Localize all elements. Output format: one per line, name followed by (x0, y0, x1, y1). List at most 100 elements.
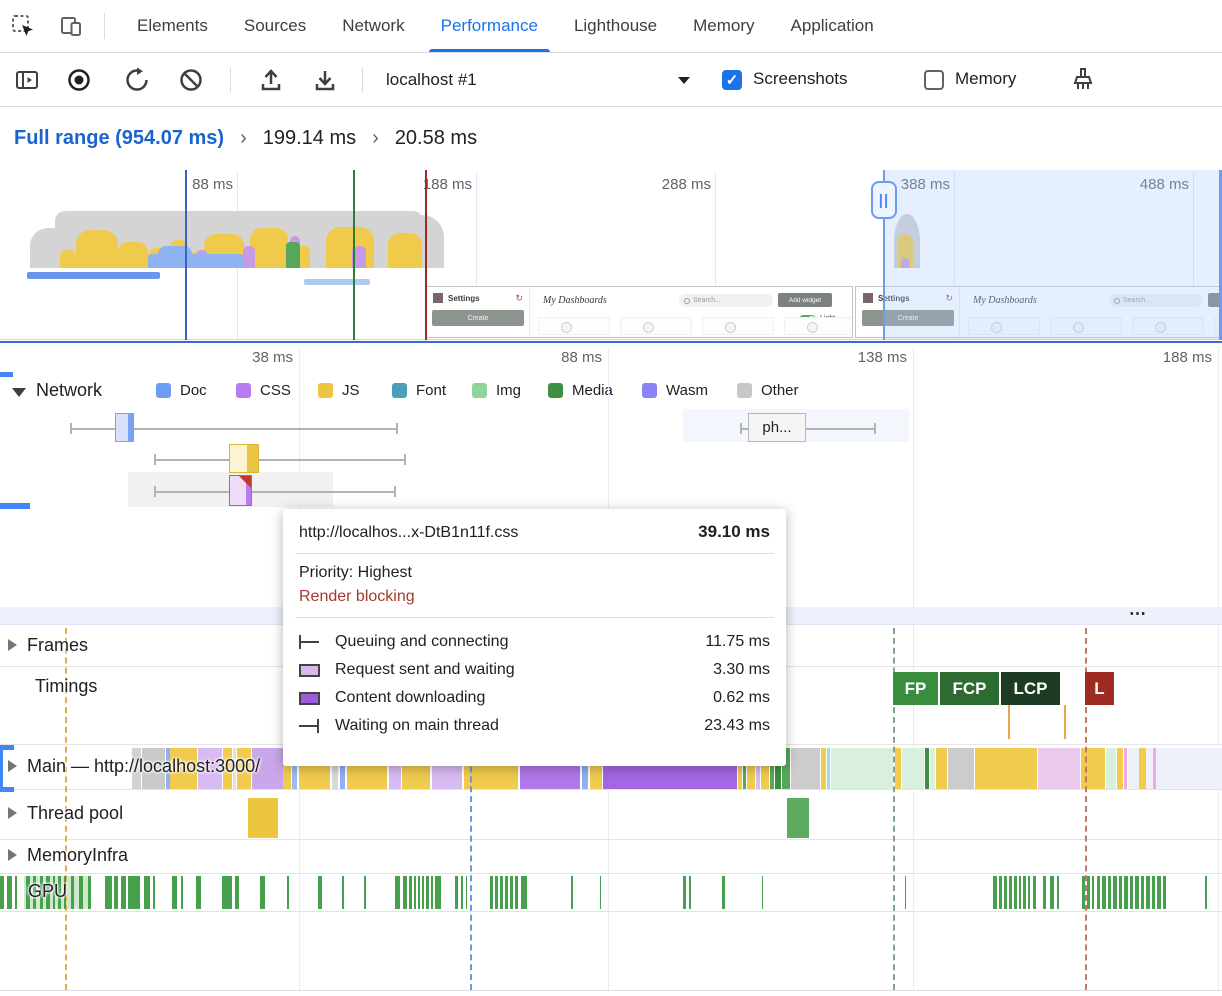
flame-chart-segment[interactable] (925, 748, 929, 789)
flame-chart-segment[interactable] (930, 748, 935, 789)
gpu-task-bar[interactable] (466, 876, 467, 909)
memory-checkbox-label[interactable]: Memory (955, 69, 1016, 89)
gpu-task-bar[interactable] (235, 876, 239, 909)
filmstrip-screenshot[interactable]: Settings↻CreateMy DashboardsSearch...Add… (425, 286, 853, 338)
gpu-task-bar[interactable] (500, 876, 503, 909)
gpu-task-bar[interactable] (1023, 876, 1026, 909)
screenshots-checkbox-label[interactable]: Screenshots (753, 69, 848, 89)
network-request-bar[interactable]: ph... (748, 413, 806, 442)
flame-chart-segment[interactable] (1117, 748, 1123, 789)
expand-arrow-icon[interactable] (8, 849, 17, 861)
gpu-task-bar[interactable] (105, 876, 112, 909)
gpu-task-bar[interactable] (505, 876, 508, 909)
gpu-task-bar[interactable] (1092, 876, 1094, 909)
flame-chart-segment[interactable] (1038, 748, 1080, 789)
upload-profile-icon[interactable] (258, 67, 284, 93)
gpu-task-bar[interactable] (461, 876, 463, 909)
gpu-task-bar[interactable] (1043, 876, 1046, 909)
gpu-task-bar[interactable] (1014, 876, 1017, 909)
gpu-task-bar[interactable] (222, 876, 232, 909)
memory-infra-track-row[interactable]: MemoryInfra (0, 840, 1222, 874)
gpu-task-bar[interactable] (395, 876, 400, 909)
gpu-task-bar[interactable] (121, 876, 126, 909)
flame-chart-segment[interactable] (1124, 748, 1127, 789)
tab-memory[interactable]: Memory (675, 0, 772, 52)
history-select[interactable]: localhost #1 (386, 66, 690, 94)
breadcrumb-crumb-2[interactable]: 20.58 ms (395, 127, 477, 150)
gpu-task-bar[interactable] (128, 876, 140, 909)
gpu-task-bar[interactable] (1152, 876, 1155, 909)
thread-pool-track-row[interactable]: Thread pool (0, 790, 1222, 840)
gpu-task-bar[interactable] (15, 876, 17, 909)
gpu-task-bar[interactable] (571, 876, 573, 909)
gpu-task-bar[interactable] (490, 876, 493, 909)
flame-chart-segment[interactable] (902, 748, 924, 789)
gpu-task-bar[interactable] (287, 876, 289, 909)
network-request-bar[interactable] (229, 444, 259, 473)
gpu-task-bar[interactable] (88, 876, 91, 909)
gpu-task-bar[interactable] (409, 876, 412, 909)
flame-chart-segment[interactable] (1139, 748, 1146, 789)
flame-chart-segment[interactable] (975, 748, 1037, 789)
gpu-task-bar[interactable] (1082, 876, 1085, 909)
network-request-bar[interactable] (115, 413, 134, 442)
download-profile-icon[interactable] (312, 67, 338, 93)
gpu-task-bar[interactable] (1033, 876, 1036, 909)
gpu-task-bar[interactable] (153, 876, 155, 909)
gpu-task-bar[interactable] (403, 876, 407, 909)
tab-lighthouse[interactable]: Lighthouse (556, 0, 675, 52)
gpu-task-bar[interactable] (0, 876, 4, 909)
thread-pool-task-block[interactable] (248, 798, 278, 838)
flame-chart-segment[interactable] (821, 748, 826, 789)
memory-checkbox[interactable] (924, 70, 944, 90)
overflow-menu-dots[interactable]: ⋯ (1129, 604, 1148, 624)
collect-garbage-icon[interactable] (1070, 67, 1096, 93)
flame-chart-segment[interactable] (1153, 748, 1156, 789)
gpu-task-bar[interactable] (422, 876, 424, 909)
record-icon[interactable] (66, 67, 92, 93)
gpu-task-bar[interactable] (1057, 876, 1059, 909)
gpu-track-row[interactable]: GPU (0, 874, 1222, 912)
gpu-task-bar[interactable] (762, 876, 763, 909)
gpu-task-bar[interactable] (260, 876, 265, 909)
gpu-task-bar[interactable] (1050, 876, 1054, 909)
gpu-task-bar[interactable] (364, 876, 366, 909)
gpu-task-bar[interactable] (426, 876, 429, 909)
gpu-task-bar[interactable] (1130, 876, 1133, 909)
device-toolbar-icon[interactable] (58, 13, 84, 39)
breadcrumb-crumb-1[interactable]: 199.14 ms (263, 127, 356, 150)
gpu-task-bar[interactable] (172, 876, 177, 909)
gpu-task-bar[interactable] (1141, 876, 1144, 909)
gpu-task-bar[interactable] (1135, 876, 1139, 909)
gpu-task-bar[interactable] (683, 876, 686, 909)
gpu-task-bar[interactable] (114, 876, 118, 909)
gpu-task-bar[interactable] (418, 876, 420, 909)
gpu-task-bar[interactable] (495, 876, 498, 909)
flame-chart-segment[interactable] (936, 748, 947, 789)
gpu-task-bar[interactable] (1163, 876, 1166, 909)
selection-drag-handle[interactable]: || (871, 181, 897, 219)
gpu-task-bar[interactable] (144, 876, 150, 909)
gpu-task-bar[interactable] (722, 876, 725, 909)
gpu-task-bar[interactable] (7, 876, 12, 909)
inspect-element-icon[interactable] (10, 13, 36, 39)
screenshots-checkbox[interactable]: ✓ (722, 70, 742, 90)
thread-pool-task-block[interactable] (787, 798, 809, 838)
gpu-task-bar[interactable] (1102, 876, 1106, 909)
gpu-task-bar[interactable] (905, 876, 906, 909)
gpu-task-bar[interactable] (999, 876, 1002, 909)
gpu-task-bar[interactable] (1019, 876, 1021, 909)
expand-arrow-icon[interactable] (8, 807, 17, 819)
network-request-bar[interactable] (229, 475, 252, 506)
gpu-task-bar[interactable] (196, 876, 201, 909)
breadcrumb-full-range[interactable]: Full range (954.07 ms) (14, 127, 224, 150)
gpu-task-bar[interactable] (455, 876, 458, 909)
gpu-task-bar[interactable] (515, 876, 518, 909)
flame-chart-segment[interactable] (791, 748, 820, 789)
gpu-task-bar[interactable] (993, 876, 997, 909)
flame-chart-segment[interactable] (831, 748, 893, 789)
gpu-task-bar[interactable] (435, 876, 441, 909)
gpu-task-bar[interactable] (1119, 876, 1122, 909)
gpu-task-bar[interactable] (79, 876, 83, 909)
timeline-overview[interactable]: 88 ms188 ms288 ms388 ms488 msSettings↻Cr… (0, 170, 1222, 340)
